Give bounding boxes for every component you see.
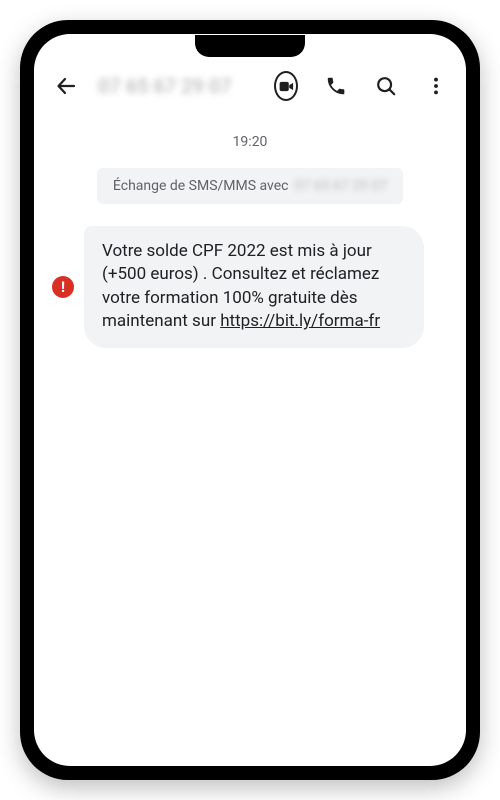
contact-name[interactable]: 07 65 67 29 07 bbox=[98, 74, 264, 98]
video-icon bbox=[279, 81, 294, 92]
video-call-button[interactable] bbox=[274, 74, 298, 98]
call-button[interactable] bbox=[324, 74, 348, 98]
header-actions bbox=[274, 74, 448, 98]
status-bar bbox=[34, 34, 466, 62]
search-icon bbox=[375, 75, 397, 97]
message-bubble[interactable]: Votre solde CPF 2022 est mis à jour (+50… bbox=[84, 226, 424, 348]
conversation-header: 07 65 67 29 07 bbox=[34, 62, 466, 114]
more-vert-icon bbox=[425, 75, 447, 97]
exchange-number: 07 65 67 29 07 bbox=[295, 178, 388, 194]
phone-icon bbox=[325, 75, 347, 97]
phone-notch bbox=[195, 35, 305, 57]
warning-glyph: ! bbox=[61, 278, 65, 296]
message-link[interactable]: https://bit.ly/forma-fr bbox=[220, 311, 380, 331]
phone-screen: 07 65 67 29 07 19:20 bbox=[34, 34, 466, 766]
more-options-button[interactable] bbox=[424, 74, 448, 98]
arrow-back-icon bbox=[54, 74, 78, 98]
search-button[interactable] bbox=[374, 74, 398, 98]
exchange-prefix: Échange de SMS/MMS avec bbox=[113, 178, 289, 194]
conversation-content: 19:20 Échange de SMS/MMS avec 07 65 67 2… bbox=[34, 114, 466, 766]
back-button[interactable] bbox=[52, 72, 80, 100]
video-icon-circle bbox=[274, 71, 298, 101]
phone-frame: 07 65 67 29 07 19:20 bbox=[20, 20, 480, 780]
spam-warning-icon[interactable]: ! bbox=[52, 276, 74, 298]
message-row: ! Votre solde CPF 2022 est mis à jour (+… bbox=[52, 226, 448, 348]
message-timestamp: 19:20 bbox=[233, 134, 268, 150]
exchange-info-bar: Échange de SMS/MMS avec 07 65 67 29 07 bbox=[97, 168, 403, 204]
